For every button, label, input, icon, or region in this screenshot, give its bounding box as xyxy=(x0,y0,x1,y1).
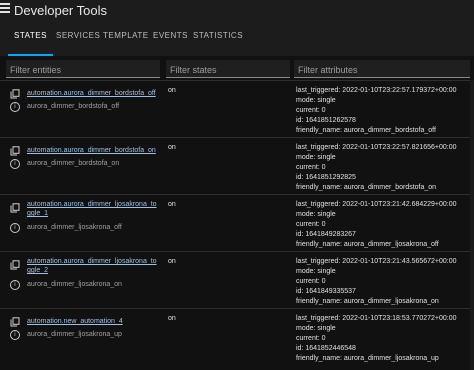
entity-link[interactable]: automation.new_automation_4 xyxy=(27,317,167,326)
attr-line: current: 0 xyxy=(296,221,326,228)
info-icon[interactable]: i xyxy=(10,330,20,340)
filter-attributes-input[interactable] xyxy=(294,61,470,79)
entity-attributes: last_triggered: 2022-01-10T23:21:43.5656… xyxy=(296,257,457,307)
tab-bar: STATES SERVICES TEMPLATE EVENTS STATISTI… xyxy=(0,28,474,56)
filter-entities-field[interactable] xyxy=(6,60,160,79)
tab-events[interactable]: EVENTS xyxy=(153,28,188,56)
attr-line: last_triggered: 2022-01-10T23:21:43.5656… xyxy=(296,258,457,265)
attr-line: last_triggered: 2022-01-10T23:21:42.6842… xyxy=(296,201,457,208)
content-copy-icon[interactable] xyxy=(10,203,20,213)
attr-line: last_triggered: 2022-01-10T23:22:57.1793… xyxy=(296,87,457,94)
filter-attributes-field[interactable] xyxy=(294,60,470,79)
entity-link[interactable]: automation.aurora_dimmer_ljosakrona_to g… xyxy=(27,257,167,275)
tab-services[interactable]: SERVICES xyxy=(56,28,100,56)
attr-line: id: 1641852446548 xyxy=(296,345,356,352)
entity-attributes: last_triggered: 2022-01-10T23:21:42.6842… xyxy=(296,200,457,250)
attr-line: mode: single xyxy=(296,211,336,218)
entity-link-line[interactable]: automation.aurora_dimmer_ljosakrona_to xyxy=(27,257,167,266)
entity-friendly-name: aurora_dimmer_ljosakrona_up xyxy=(27,331,122,338)
tab-states[interactable]: STATES xyxy=(8,28,53,56)
info-icon[interactable]: i xyxy=(10,223,20,233)
attr-line: id: 1641849335537 xyxy=(296,288,356,295)
attr-line: id: 1641851262578 xyxy=(296,117,356,124)
content-copy-icon[interactable] xyxy=(10,89,20,99)
content-copy-icon[interactable] xyxy=(10,260,20,270)
entity-attributes: last_triggered: 2022-01-10T23:18:53.7702… xyxy=(296,314,457,364)
attr-line: friendly_name: aurora_dimmer_bordstofa_o… xyxy=(296,127,436,134)
info-icon[interactable]: i xyxy=(10,280,20,290)
attr-line: mode: single xyxy=(296,325,336,332)
table-row: automation.aurora_dimmer_bordstofa_on i … xyxy=(0,137,474,194)
entity-link-line[interactable]: ggle_2 xyxy=(27,266,167,275)
attr-line: friendly_name: aurora_dimmer_bordstofa_o… xyxy=(296,184,437,191)
app-header: Developer Tools STATES SERVICES TEMPLATE… xyxy=(0,0,474,56)
entity-friendly-name: aurora_dimmer_ljosakrona_on xyxy=(27,281,122,288)
entity-state: on xyxy=(168,258,176,265)
table-row: automation.aurora_dimmer_ljosakrona_to g… xyxy=(0,194,474,251)
attr-line: last_triggered: 2022-01-10T23:18:53.7702… xyxy=(296,315,457,322)
entity-friendly-name: aurora_dimmer_bordstofa_on xyxy=(27,160,120,167)
table-row: automation.aurora_dimmer_bordstofa_off i… xyxy=(0,80,474,137)
info-icon[interactable]: i xyxy=(10,102,20,112)
attr-line: mode: single xyxy=(296,154,336,161)
entity-link[interactable]: automation.aurora_dimmer_bordstofa_off xyxy=(27,89,167,98)
filter-bar xyxy=(0,56,474,80)
entity-state: on xyxy=(168,144,176,151)
attr-line: current: 0 xyxy=(296,278,326,285)
entity-state: on xyxy=(168,315,176,322)
scrollbar[interactable] xyxy=(470,80,474,370)
entity-link[interactable]: automation.aurora_dimmer_bordstofa_on xyxy=(27,146,167,155)
filter-entities-input[interactable] xyxy=(6,61,160,79)
table-row: automation.new_automation_4 i aurora_dim… xyxy=(0,308,474,365)
entity-state: on xyxy=(168,87,176,94)
entity-state: on xyxy=(168,201,176,208)
attr-line: friendly_name: aurora_dimmer_ljosakrona_… xyxy=(296,241,439,248)
entity-attributes: last_triggered: 2022-01-10T23:22:57.8216… xyxy=(296,143,457,193)
filter-states-input[interactable] xyxy=(166,61,290,79)
attr-line: id: 1641851292825 xyxy=(296,174,356,181)
attr-line: friendly_name: aurora_dimmer_ljosakrona_… xyxy=(296,355,439,362)
content-copy-icon[interactable] xyxy=(10,146,20,156)
attr-line: current: 0 xyxy=(296,107,326,114)
entity-friendly-name: aurora_dimmer_ljosakrona_off xyxy=(27,224,122,231)
entity-link-line[interactable]: automation.aurora_dimmer_ljosakrona_to xyxy=(27,200,167,209)
page-title: Developer Tools xyxy=(14,3,107,18)
entity-friendly-name: aurora_dimmer_bordstofa_off xyxy=(27,103,120,110)
attr-line: current: 0 xyxy=(296,335,326,342)
entity-attributes: last_triggered: 2022-01-10T23:22:57.1793… xyxy=(296,86,457,136)
attr-line: mode: single xyxy=(296,268,336,275)
table-row: automation.aurora_dimmer_ljosakrona_to g… xyxy=(0,251,474,308)
entity-link-line[interactable]: ggle_1 xyxy=(27,209,167,218)
attr-line: last_triggered: 2022-01-10T23:22:57.8216… xyxy=(296,144,457,151)
content-copy-icon[interactable] xyxy=(10,317,20,327)
tab-template[interactable]: TEMPLATE xyxy=(103,28,149,56)
attr-line: current: 0 xyxy=(296,164,326,171)
attr-line: mode: single xyxy=(296,97,336,104)
attr-line: id: 1641849283267 xyxy=(296,231,356,238)
info-icon[interactable]: i xyxy=(10,159,20,169)
filter-states-field[interactable] xyxy=(166,60,290,79)
menu-icon[interactable] xyxy=(0,0,14,20)
attr-line: friendly_name: aurora_dimmer_ljosakrona_… xyxy=(296,298,439,305)
entity-link[interactable]: automation.aurora_dimmer_ljosakrona_to g… xyxy=(27,200,167,218)
tab-statistics[interactable]: STATISTICS xyxy=(193,28,243,56)
